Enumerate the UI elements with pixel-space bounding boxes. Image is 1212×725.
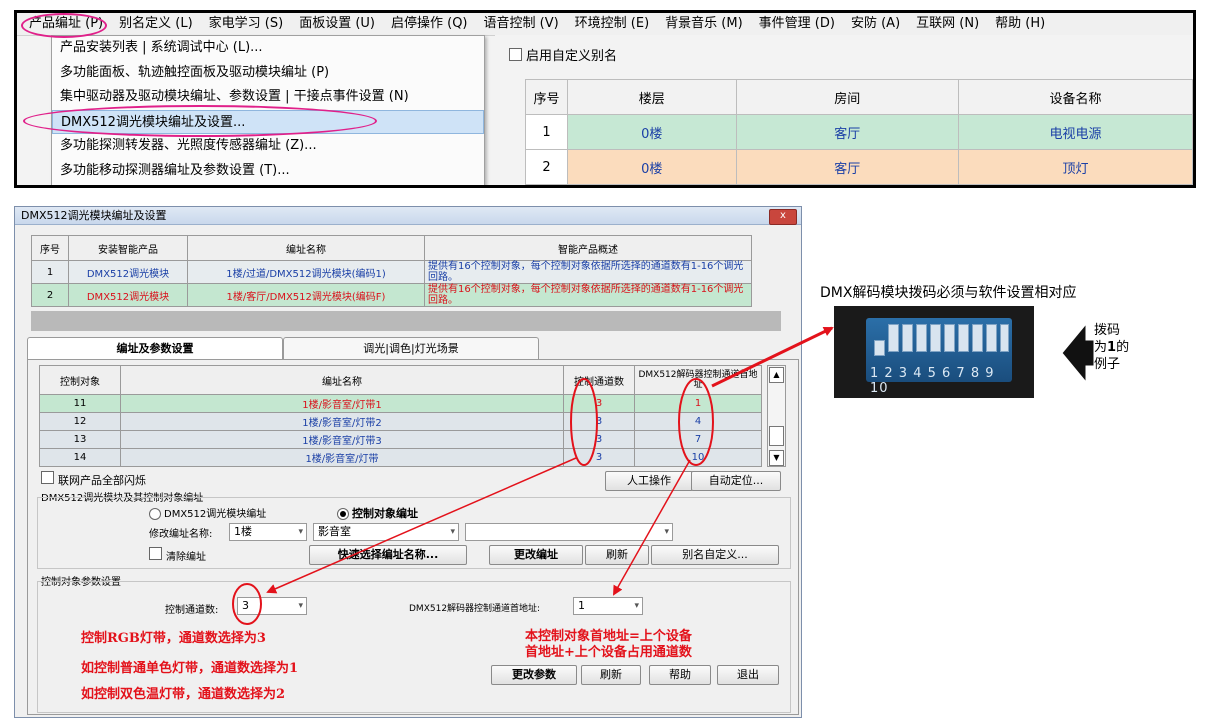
channel-column-ellipse xyxy=(570,378,598,466)
arrow-to-channel-select xyxy=(266,457,577,594)
arrow-to-dip-photo xyxy=(711,326,834,388)
channel-select-ellipse xyxy=(232,583,262,625)
arrow-to-first-address xyxy=(613,459,691,596)
annotation-overlay xyxy=(232,326,834,625)
address-column-ellipse xyxy=(678,378,714,466)
